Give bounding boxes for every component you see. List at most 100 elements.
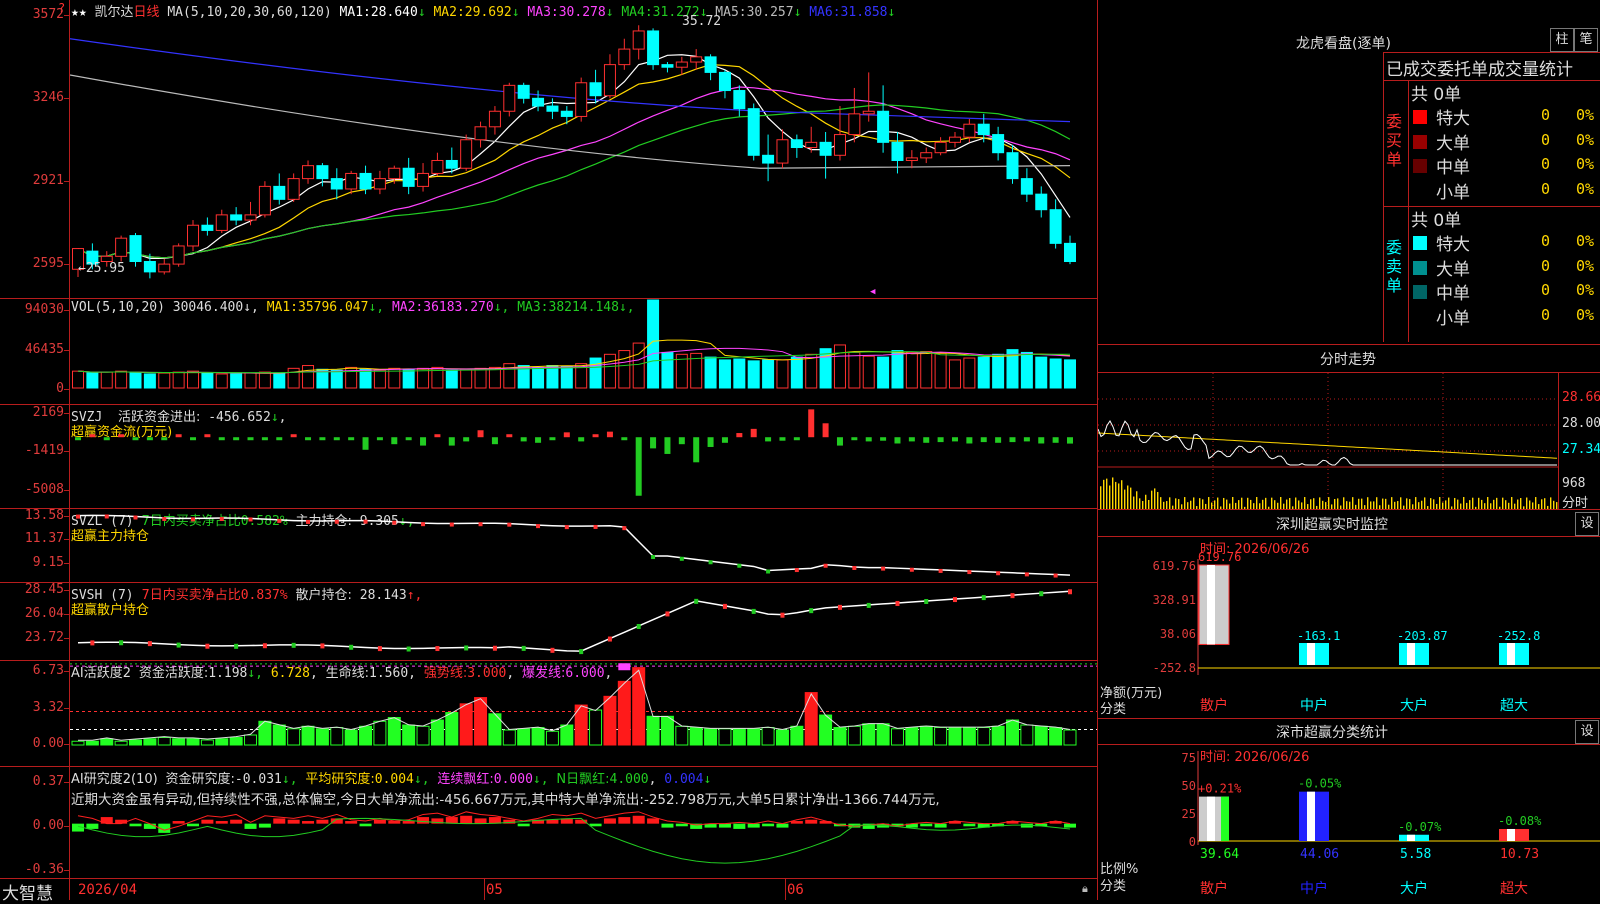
sz-monitor-settings-button[interactable]: 设: [1575, 512, 1599, 536]
buy-side-label: 委买单: [1386, 112, 1403, 169]
svzl-y-tick-0: 13.58: [24, 508, 64, 523]
monitor-bar-label-1: 中户: [1300, 697, 1328, 714]
volume-bar: [833, 344, 846, 389]
intraday-vol-bar: [1361, 498, 1363, 509]
svsh-mark: [607, 636, 612, 642]
intraday-vol-bar: [1463, 497, 1465, 509]
intraday-vol-bar: [1100, 486, 1102, 509]
chart-area[interactable]: ★★ 凯尔达日线 MA(5,10,20,30,60,120) MA1:28.64…: [0, 0, 1098, 904]
svsh-mark: [837, 604, 842, 610]
intraday-vol-bar: [1532, 502, 1534, 509]
ai-active-bar: [747, 728, 761, 746]
intraday-vol-bar: [1250, 499, 1252, 509]
monitor-bar-shine-0: [1207, 565, 1215, 645]
svzl-mark: [449, 522, 454, 527]
svzj-bar: [319, 437, 326, 441]
candle-body: [158, 263, 171, 273]
svzj-bar: [721, 437, 728, 443]
svsh-mark: [866, 602, 871, 608]
candle-body: [948, 136, 961, 143]
intraday-vol-bar: [1319, 497, 1321, 509]
volume-bar: [877, 356, 890, 389]
svsh-mark: [895, 600, 900, 606]
intraday-vol-bar: [1115, 481, 1117, 509]
buy-row-vol-2: 0: [1541, 155, 1551, 173]
svzj-bar: [1052, 437, 1059, 443]
svsh-chart[interactable]: [70, 583, 1097, 660]
sz-classify-settings-button[interactable]: 设: [1575, 720, 1599, 744]
candle-body: [833, 134, 846, 156]
intraday-vol-bar: [1370, 501, 1372, 509]
candle-body: [330, 178, 343, 190]
ai-research-bar: [718, 823, 731, 828]
candle-body: [316, 165, 329, 180]
intraday-vol-bar: [1349, 501, 1351, 509]
sz-monitor-chart[interactable]: 619.76 328.91 38.06 -252.8 619.76 散户 -163.1 中户 -…: [1098, 537, 1600, 717]
candle-body: [1020, 178, 1033, 195]
svzj-bar: [362, 437, 369, 450]
svsh-mark: [579, 649, 584, 655]
ai-research-bar: [733, 823, 746, 829]
ai-research-bar: [790, 821, 803, 824]
svzj-y-tick-1: -1419: [24, 443, 64, 458]
svzj-chart[interactable]: [70, 405, 1097, 508]
intraday-vol-bar: [1157, 491, 1159, 509]
candle-body: [244, 214, 257, 221]
svsh-mark: [924, 599, 929, 604]
svsh-mark: [694, 598, 699, 604]
lock-icon[interactable]: 🔒︎: [1082, 882, 1088, 896]
ai-active-bar: [962, 727, 976, 746]
svsh-mark: [665, 611, 670, 617]
ai-active-bar: [315, 728, 329, 746]
intraday-vol-bar: [1301, 502, 1303, 509]
tick-view-button[interactable]: 笔: [1574, 28, 1598, 52]
classify-y-tick-2: 25: [1182, 807, 1196, 821]
svzl-mark: [766, 569, 771, 574]
candle-body: [575, 82, 588, 117]
volume-bar: [992, 353, 1005, 389]
ai-active-bar: [617, 680, 631, 746]
intraday-chart[interactable]: [1098, 373, 1558, 509]
svzj-bar: [923, 437, 930, 443]
intraday-vol-bar: [1160, 497, 1162, 509]
intraday-vol-bar: [1415, 497, 1417, 509]
candle-body: [417, 172, 430, 187]
intraday-vol-bar: [1550, 497, 1552, 509]
svzj-bar: [175, 434, 182, 438]
intraday-vol-bar: [1262, 499, 1264, 509]
ai-active-chart[interactable]: [70, 661, 1097, 766]
candle-body: [934, 141, 947, 154]
volume-bar: [532, 366, 545, 389]
kline-chart[interactable]: ◀: [70, 14, 1097, 298]
svzj-bar: [664, 437, 671, 454]
svzj-bar: [305, 437, 312, 441]
ai-research-chart[interactable]: [70, 767, 1097, 878]
svzj-bar: [520, 437, 527, 442]
svsh-mark: [751, 608, 756, 614]
ai-research-bar: [258, 823, 271, 828]
candle-body: [877, 110, 890, 143]
intraday-vol-bar: [1511, 497, 1513, 509]
ai-active-bar: [819, 714, 833, 746]
volume-chart[interactable]: [70, 299, 1097, 404]
volume-bar: [546, 365, 559, 389]
intraday-vol-bar: [1352, 497, 1354, 509]
svzj-bar: [578, 437, 585, 442]
ai-research-bar: [963, 823, 976, 827]
volume-bar: [920, 351, 933, 389]
classify-bar-label-1: 中户: [1300, 880, 1328, 897]
monitor-bar-value-3: -252.8: [1497, 629, 1540, 643]
svzl-chart[interactable]: [70, 509, 1097, 582]
ai-active-bar: [977, 727, 991, 746]
intraday-vol-bar: [1454, 497, 1456, 509]
monitor-y-tick-1: 328.91: [1153, 593, 1196, 607]
volume-bar: [201, 372, 214, 389]
svzj-bar: [103, 437, 110, 441]
bar-view-button[interactable]: 柱: [1550, 28, 1574, 52]
intraday-vol-bar: [1124, 489, 1126, 509]
sz-classify-chart[interactable]: 75 50 25 0 +0.21% 39.64 散户 -0.05% 44.06 中户 -0.07% 5…: [1098, 745, 1600, 900]
monitor-y-tick-0: 619.76: [1153, 559, 1196, 573]
brand-logo: 大智慧: [2, 884, 53, 904]
volume-bar: [215, 373, 228, 389]
ai-active-bar: [775, 729, 789, 746]
